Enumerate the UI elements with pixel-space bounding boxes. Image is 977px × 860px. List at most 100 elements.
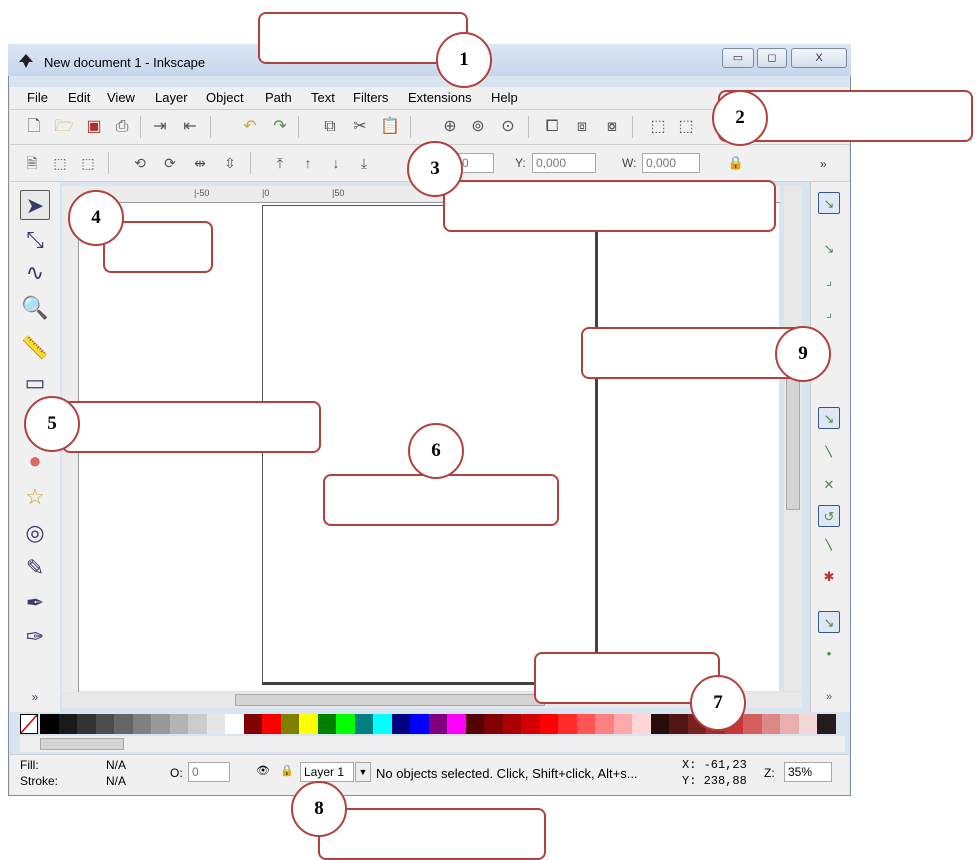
cut-icon[interactable]: ✂ — [350, 117, 370, 137]
color-swatch[interactable] — [58, 714, 78, 734]
color-swatch[interactable] — [669, 714, 689, 734]
raise-icon[interactable]: ↑ — [298, 153, 318, 173]
snap-bbox-icon[interactable]: ↘ — [818, 238, 840, 260]
calligraphy-tool-icon[interactable]: ✑ — [20, 622, 50, 652]
menu-filters[interactable]: Filters — [353, 90, 388, 105]
color-swatch[interactable] — [743, 714, 763, 734]
menu-edit[interactable]: Edit — [68, 90, 90, 105]
zoom-selection-icon[interactable]: ⊕ — [440, 117, 460, 137]
selector-tool-icon[interactable]: ➤ — [20, 190, 50, 220]
lower-to-bottom-icon[interactable]: ⤓ — [354, 153, 374, 173]
color-swatch[interactable] — [373, 714, 393, 734]
star-tool-icon[interactable]: ☆ — [20, 482, 50, 512]
color-swatch[interactable] — [243, 714, 263, 734]
color-swatch[interactable] — [40, 714, 59, 734]
menu-text[interactable]: Text — [311, 90, 335, 105]
paste-icon[interactable]: 📋 — [380, 117, 400, 137]
color-swatch[interactable] — [262, 714, 282, 734]
stroke-value[interactable]: N/A — [106, 774, 126, 788]
spiral-tool-icon[interactable]: ◎ — [20, 518, 50, 548]
color-swatch[interactable] — [632, 714, 652, 734]
color-swatch[interactable] — [188, 714, 208, 734]
color-swatch[interactable] — [521, 714, 541, 734]
color-swatch[interactable] — [206, 714, 226, 734]
duplicate-icon[interactable]: ⧠ — [542, 117, 562, 137]
color-swatch[interactable] — [613, 714, 633, 734]
zoom-drawing-icon[interactable]: ⊚ — [468, 117, 488, 137]
deselect-icon[interactable]: ⬚ — [78, 153, 98, 173]
node-tool-icon[interactable]: ⤡ — [20, 225, 50, 255]
rectangle-tool-icon[interactable]: ▭ — [20, 368, 50, 398]
color-swatch[interactable] — [132, 714, 152, 734]
group-icon[interactable]: ⬚ — [648, 117, 668, 137]
snap-bbox-edges-icon[interactable]: ⌟ — [818, 270, 840, 292]
toolbox-overflow-button[interactable]: » — [20, 682, 50, 712]
color-swatch[interactable] — [225, 714, 245, 734]
select-all-icon[interactable]: 🗎 — [22, 153, 42, 173]
menu-path[interactable]: Path — [265, 90, 292, 105]
zoom-input[interactable]: 35% — [784, 762, 832, 782]
color-swatch[interactable] — [77, 714, 97, 734]
lower-icon[interactable]: ↓ — [326, 153, 346, 173]
snap-rotation-center-icon[interactable]: • — [818, 643, 840, 665]
palette-scrollbar[interactable] — [20, 736, 845, 752]
menu-object[interactable]: Object — [206, 90, 244, 105]
color-swatch[interactable] — [410, 714, 430, 734]
color-swatch[interactable] — [299, 714, 319, 734]
lock-icon[interactable]: 🔒 — [726, 153, 746, 173]
color-swatch[interactable] — [169, 714, 189, 734]
horizontal-scroll-thumb[interactable] — [235, 694, 545, 706]
x-input[interactable]: 0 — [458, 153, 494, 173]
menu-layer[interactable]: Layer — [155, 90, 188, 105]
measure-tool-icon[interactable]: 📏 — [20, 333, 50, 363]
flip-vertical-icon[interactable]: ⇳ — [220, 153, 240, 173]
fill-value[interactable]: N/A — [106, 758, 126, 772]
print-icon[interactable]: ⎙ — [112, 117, 132, 137]
redo-icon[interactable]: ↷ — [270, 117, 290, 137]
menu-view[interactable]: View — [107, 90, 135, 105]
w-input[interactable]: 0,000 — [642, 153, 700, 173]
layer-visibility-icon[interactable]: 👁 — [256, 764, 270, 777]
color-swatch[interactable] — [502, 714, 522, 734]
copy-icon[interactable]: ⧉ — [320, 117, 340, 137]
layer-lock-icon[interactable]: 🔒 — [280, 764, 294, 777]
color-swatch[interactable] — [336, 714, 356, 734]
color-swatch[interactable] — [780, 714, 800, 734]
pencil-tool-icon[interactable]: ✎ — [20, 553, 50, 583]
color-swatch[interactable] — [391, 714, 411, 734]
zoom-tool-icon[interactable]: 🔍 — [20, 293, 50, 323]
rotate-cw-icon[interactable]: ⟳ — [160, 153, 180, 173]
snap-intersections-icon[interactable]: ✕ — [818, 474, 840, 496]
close-button[interactable]: X — [791, 48, 847, 68]
color-swatch[interactable] — [151, 714, 171, 734]
vertical-scroll-thumb[interactable] — [786, 370, 800, 510]
color-swatch[interactable] — [447, 714, 467, 734]
color-swatch[interactable] — [317, 714, 337, 734]
snapbar-overflow-button[interactable]: » — [818, 686, 840, 708]
color-swatch[interactable] — [428, 714, 448, 734]
unlink-clone-icon[interactable]: ⧇ — [602, 117, 622, 137]
snap-centers-icon[interactable]: ↘ — [818, 611, 840, 633]
color-swatch[interactable] — [761, 714, 781, 734]
palette-scroll-thumb[interactable] — [40, 738, 124, 750]
menu-help[interactable]: Help — [491, 90, 518, 105]
color-swatch[interactable] — [595, 714, 615, 734]
layer-dropdown-icon[interactable]: ▼ — [355, 762, 371, 782]
layer-select[interactable]: Layer 1 — [300, 762, 354, 782]
opacity-input[interactable]: 0 — [188, 762, 230, 782]
ungroup-icon[interactable]: ⬚ — [676, 117, 696, 137]
pen-tool-icon[interactable]: ✒ — [20, 588, 50, 618]
minimize-button[interactable]: ▭ — [722, 48, 754, 68]
open-folder-icon[interactable]: 🗁 — [54, 117, 74, 137]
new-document-icon[interactable]: 🗋 — [24, 117, 44, 137]
snap-enable-icon[interactable]: ↘ — [818, 192, 840, 214]
color-swatch[interactable] — [280, 714, 300, 734]
import-icon[interactable]: ⇥ — [150, 117, 170, 137]
zoom-page-icon[interactable]: ⊙ — [498, 117, 518, 137]
color-swatch[interactable] — [817, 714, 837, 734]
snap-midpoints-icon[interactable]: ✱ — [818, 566, 840, 588]
color-swatch[interactable] — [798, 714, 818, 734]
controls-overflow-button[interactable]: » — [820, 157, 827, 171]
color-swatch[interactable] — [558, 714, 578, 734]
color-swatch[interactable] — [354, 714, 374, 734]
